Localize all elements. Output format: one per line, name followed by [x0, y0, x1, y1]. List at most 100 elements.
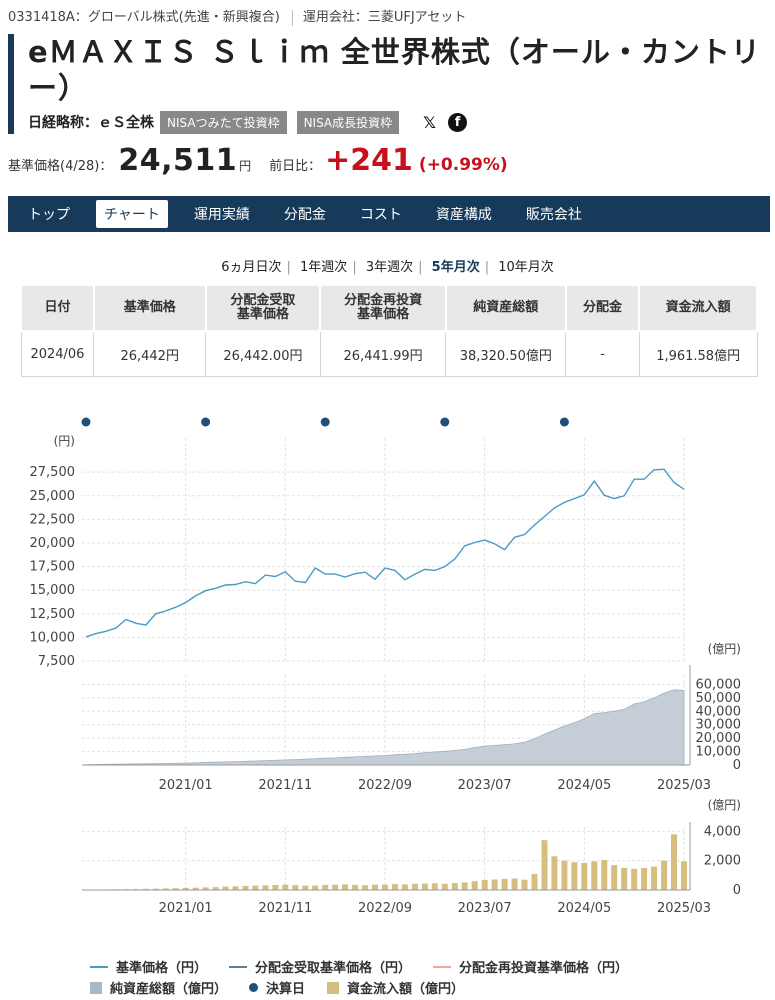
inflow-bar: [631, 868, 638, 890]
inflow-bar: [441, 883, 448, 890]
tab-performance[interactable]: 運用実績: [186, 200, 258, 228]
inflow-bar: [511, 878, 518, 890]
tab-top[interactable]: トップ: [20, 200, 78, 228]
y-tick-label: 25,000: [30, 489, 76, 504]
x-tick-label: 2025/03: [657, 778, 711, 793]
inflow-bar: [491, 879, 498, 890]
fund-manager: 運用会社：三菱UFJアセット: [302, 10, 467, 25]
tab-bar: トップ チャート 運用実績 分配金 コスト 資産構成 販売会社: [8, 196, 770, 232]
y-tick-label: 4,000: [704, 824, 741, 839]
inflow-bar: [322, 885, 329, 890]
period-5y-monthly[interactable]: 5年月次: [427, 260, 485, 275]
y-tick-label: 40,000: [696, 704, 742, 719]
y-axis-unit-label: (億円): [708, 798, 741, 812]
col-header-net-assets: 純資産総額: [444, 284, 567, 332]
legend-item-price[interactable]: 基準価格（円）: [90, 957, 207, 976]
legend-swatch: [249, 983, 259, 992]
inflow-bar: [601, 860, 608, 890]
price-value: 24,511: [118, 143, 238, 178]
tab-sellers[interactable]: 販売会社: [518, 200, 590, 228]
period-10y-monthly[interactable]: 10年月次: [493, 260, 559, 275]
col-header-dividend-received-price: 分配金受取 基準価格: [204, 284, 322, 332]
legend-label: 基準価格（円）: [116, 961, 208, 976]
legend-item-dividend-received[interactable]: 分配金受取基準価格（円）: [229, 957, 411, 976]
inflow-bar: [521, 879, 528, 890]
legend-item-inflow[interactable]: 資金流入額（億円）: [327, 978, 464, 997]
inflow-bar: [232, 886, 239, 890]
inflow-bar: [332, 884, 339, 890]
y-tick-label: 30,000: [696, 718, 742, 733]
inflow-bar: [411, 883, 418, 890]
facebook-icon[interactable]: f: [448, 112, 468, 132]
y-tick-label: 7,500: [38, 654, 75, 669]
inflow-bar: [421, 883, 428, 890]
inflow-bar: [481, 880, 488, 890]
nisa-tsumitate-tag: NISAつみたて投資枠: [160, 110, 287, 134]
y-tick-label: 20,000: [696, 731, 742, 746]
y-tick-label: 10,000: [30, 630, 76, 645]
col-header-dividend: 分配金: [564, 284, 641, 332]
x-tick-label: 2025/03: [657, 901, 711, 916]
legend-label: 決算日: [266, 982, 306, 997]
y-tick-label: 0: [733, 883, 741, 898]
cell-dividend-received-price: 26,442.00円: [205, 330, 321, 377]
y-axis-unit-label: (億円): [708, 642, 741, 656]
period-6m-daily[interactable]: 6ヵ月日次: [216, 260, 286, 275]
change-percent: (+0.99%): [418, 155, 508, 175]
period-1y-weekly[interactable]: 1年週次: [295, 260, 352, 275]
legend-label: 分配金受取基準価格（円）: [255, 961, 412, 976]
legend-item-dividend-reinvested[interactable]: 分配金再投資基準価格（円）: [433, 957, 628, 976]
inflow-bar: [242, 885, 249, 890]
col-header-price: 基準価格: [92, 284, 207, 332]
y-tick-label: 22,500: [30, 512, 76, 527]
tab-cost[interactable]: コスト: [352, 200, 410, 228]
legend-item-settlement[interactable]: 決算日: [249, 978, 305, 997]
col-header-inflow: 資金流入額: [638, 284, 758, 332]
inflow-bar: [392, 884, 398, 890]
legend-label: 分配金再投資基準価格（円）: [459, 961, 629, 976]
legend-label: 資金流入額（億円）: [347, 982, 465, 997]
inflow-bar: [471, 881, 478, 890]
settlement-marker: [81, 417, 91, 427]
fund-category: グローバル株式(先進・新興複合): [87, 10, 280, 25]
x-icon[interactable]: 𝕏: [423, 113, 436, 132]
inflow-bar: [362, 885, 369, 890]
inflow-bar: [292, 885, 299, 890]
tab-dividend[interactable]: 分配金: [276, 200, 334, 228]
legend-item-net-assets[interactable]: 純資産総額（億円）: [90, 978, 227, 997]
inflow-bar: [681, 861, 687, 890]
inflow-bar: [372, 884, 378, 890]
legend-row: 基準価格（円） 分配金受取基準価格（円） 分配金再投資基準価格（円）: [90, 956, 750, 977]
y-axis-unit-label: (円): [54, 434, 75, 448]
subtitle-row: 日経略称：ｅＳ全株 NISAつみたて投資枠 NISA成長投資枠 𝕏 f: [28, 110, 775, 134]
col-header-dividend-reinvested-price: 分配金再投資 基準価格: [319, 284, 447, 332]
change-value: +241: [325, 143, 413, 178]
inflow-bar: [571, 862, 578, 890]
settlement-marker: [201, 417, 211, 427]
inflow-bar: [461, 882, 468, 890]
inflow-bar: [611, 865, 618, 890]
cell-date: 2024/06: [20, 330, 95, 377]
inflow-bar: [252, 885, 259, 890]
inflow-bar: [342, 884, 349, 890]
inflow-bar: [651, 866, 658, 890]
data-table: 日付 基準価格 分配金受取 基準価格 分配金再投資 基準価格 純資産総額 分配金…: [20, 284, 758, 377]
inflow-bar: [312, 885, 319, 890]
inflow-bar: [501, 878, 508, 890]
x-tick-label: 2023/07: [458, 778, 512, 793]
x-tick-label: 2024/05: [557, 778, 611, 793]
period-3y-weekly[interactable]: 3年週次: [361, 260, 418, 275]
x-tick-label: 2022/09: [358, 778, 412, 793]
price-row: 基準価格(4/28)： 24,511 円 前日比： +241 (+0.99%): [8, 143, 508, 183]
inflow-bar: [561, 860, 568, 890]
col-header-date: 日付: [20, 284, 95, 332]
y-tick-label: 20,000: [30, 536, 76, 551]
tab-asset-allocation[interactable]: 資産構成: [428, 200, 500, 228]
charts-svg[interactable]: 7,500 10,000 12,500 15,000 17,500 20,000 22,50…: [0, 395, 775, 920]
settlement-marker: [559, 417, 569, 427]
tab-chart[interactable]: チャート: [96, 200, 168, 228]
price-label: 基準価格(4/28)：: [8, 159, 113, 174]
legend-swatch: [229, 965, 248, 968]
y-tick-label: 12,500: [30, 607, 76, 622]
inflow-bar: [262, 885, 269, 890]
